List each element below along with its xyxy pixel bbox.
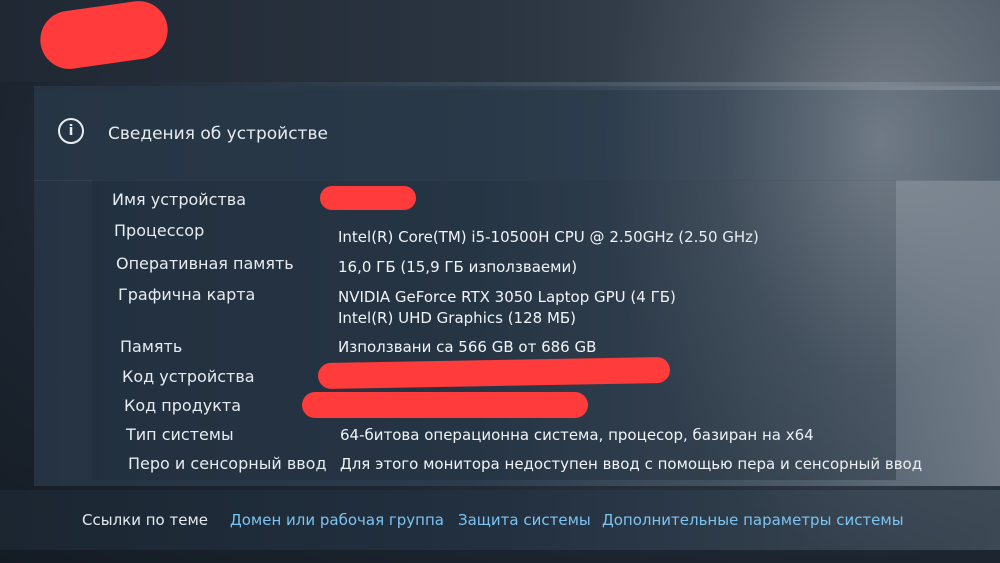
system-type-value: 64-битова операционна система, процесор,…: [340, 426, 814, 444]
graphics-value-1: NVIDIA GeForce RTX 3050 Laptop GPU (4 ГБ…: [338, 288, 676, 306]
product-id-label: Код продукта: [124, 396, 242, 415]
section-title: Сведения об устройстве: [108, 124, 328, 144]
link-system-protection[interactable]: Защита системы: [458, 511, 591, 529]
graphics-label: Графична карта: [118, 285, 256, 304]
device-id-label: Код устройства: [122, 367, 255, 386]
ram-value: 16,0 ГБ (15,9 ГБ използваеми): [338, 258, 578, 276]
link-domain-workgroup[interactable]: Домен или рабочая группа: [230, 511, 444, 529]
processor-value: Intel(R) Core(TM) i5-10500H CPU @ 2.50GH…: [338, 228, 759, 246]
storage-value: Използвани са 566 GB от 686 GB: [338, 338, 597, 356]
system-type-label: Тип системы: [126, 425, 234, 444]
related-links-title: Ссылки по теме: [82, 511, 208, 529]
storage-label: Память: [120, 337, 183, 356]
pen-touch-value: Для этого монитора недоступен ввод с пом…: [340, 455, 923, 473]
info-icon: i: [58, 118, 84, 144]
ram-label: Оперативная память: [116, 254, 294, 273]
processor-label: Процессор: [114, 221, 205, 240]
graphics-value-2: Intel(R) UHD Graphics (128 МБ): [338, 309, 577, 327]
redaction-device-name: [320, 186, 416, 210]
redaction-product-id: [302, 392, 588, 418]
link-advanced-system-settings[interactable]: Дополнительные параметры системы: [602, 511, 904, 529]
device-name-label: Имя устройства: [112, 190, 247, 209]
pen-touch-label: Перо и сенсорный ввод: [128, 454, 327, 473]
